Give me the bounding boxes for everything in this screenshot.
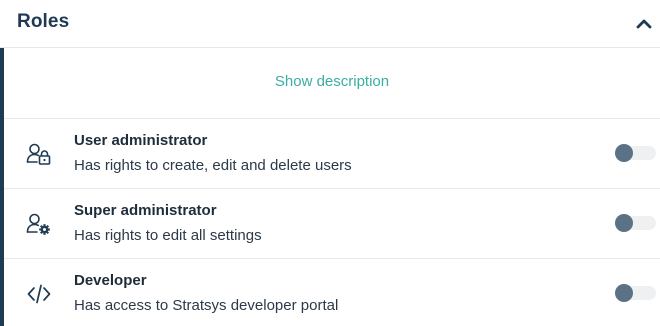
panel-title: Roles xyxy=(17,11,70,32)
code-icon xyxy=(26,282,52,306)
role-row-super-administrator: Super administrator Has rights to edit a… xyxy=(4,189,660,259)
role-row-user-administrator: User administrator Has rights to create,… xyxy=(4,119,660,189)
role-row-developer: Developer Has access to Stratsys develop… xyxy=(4,259,660,326)
toggle-knob xyxy=(615,284,633,302)
role-name: Developer xyxy=(74,272,147,289)
role-toggle-super-administrator[interactable] xyxy=(615,214,656,232)
role-description: Has access to Stratsys developer portal xyxy=(74,297,339,314)
role-name: User administrator xyxy=(74,132,208,149)
role-toggle-user-administrator[interactable] xyxy=(615,144,656,162)
toggle-knob xyxy=(615,214,633,232)
user-lock-icon xyxy=(26,142,52,166)
role-toggle-developer[interactable] xyxy=(615,284,656,302)
show-description-link[interactable]: Show description xyxy=(4,73,660,90)
role-name: Super administrator xyxy=(74,202,217,219)
role-description: Has rights to create, edit and delete us… xyxy=(74,157,352,174)
collapse-button[interactable] xyxy=(632,12,656,36)
roles-panel: Roles Show description User administrato… xyxy=(0,0,660,326)
toggle-knob xyxy=(615,144,633,162)
description-row: Show description xyxy=(4,48,660,119)
user-gear-icon xyxy=(26,212,52,236)
chevron-up-icon xyxy=(636,19,652,29)
roles-panel-header[interactable]: Roles xyxy=(0,0,660,48)
role-description: Has rights to edit all settings xyxy=(74,227,262,244)
